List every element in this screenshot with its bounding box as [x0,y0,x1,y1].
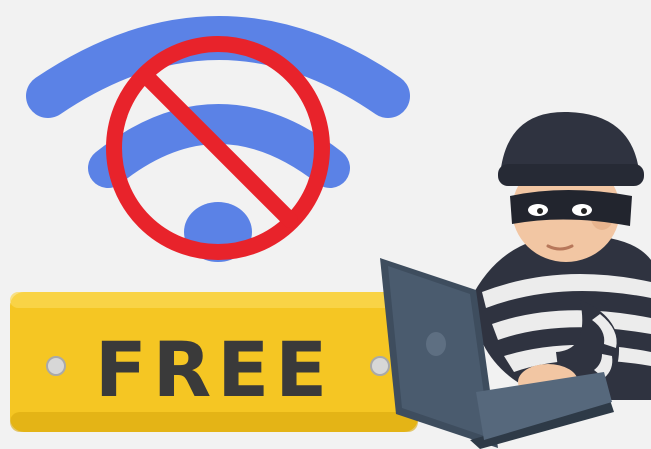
free-wifi-danger-illustration: FREE [0,0,651,449]
free-sign-label: FREE [95,325,333,414]
laptop-logo [426,332,446,356]
free-sign: FREE [10,292,418,432]
hacker-thief-illustration [470,111,651,400]
rivet-right-icon [370,356,390,376]
illustration-canvas: FREE [10,16,651,449]
rivet-left-icon [46,356,66,376]
